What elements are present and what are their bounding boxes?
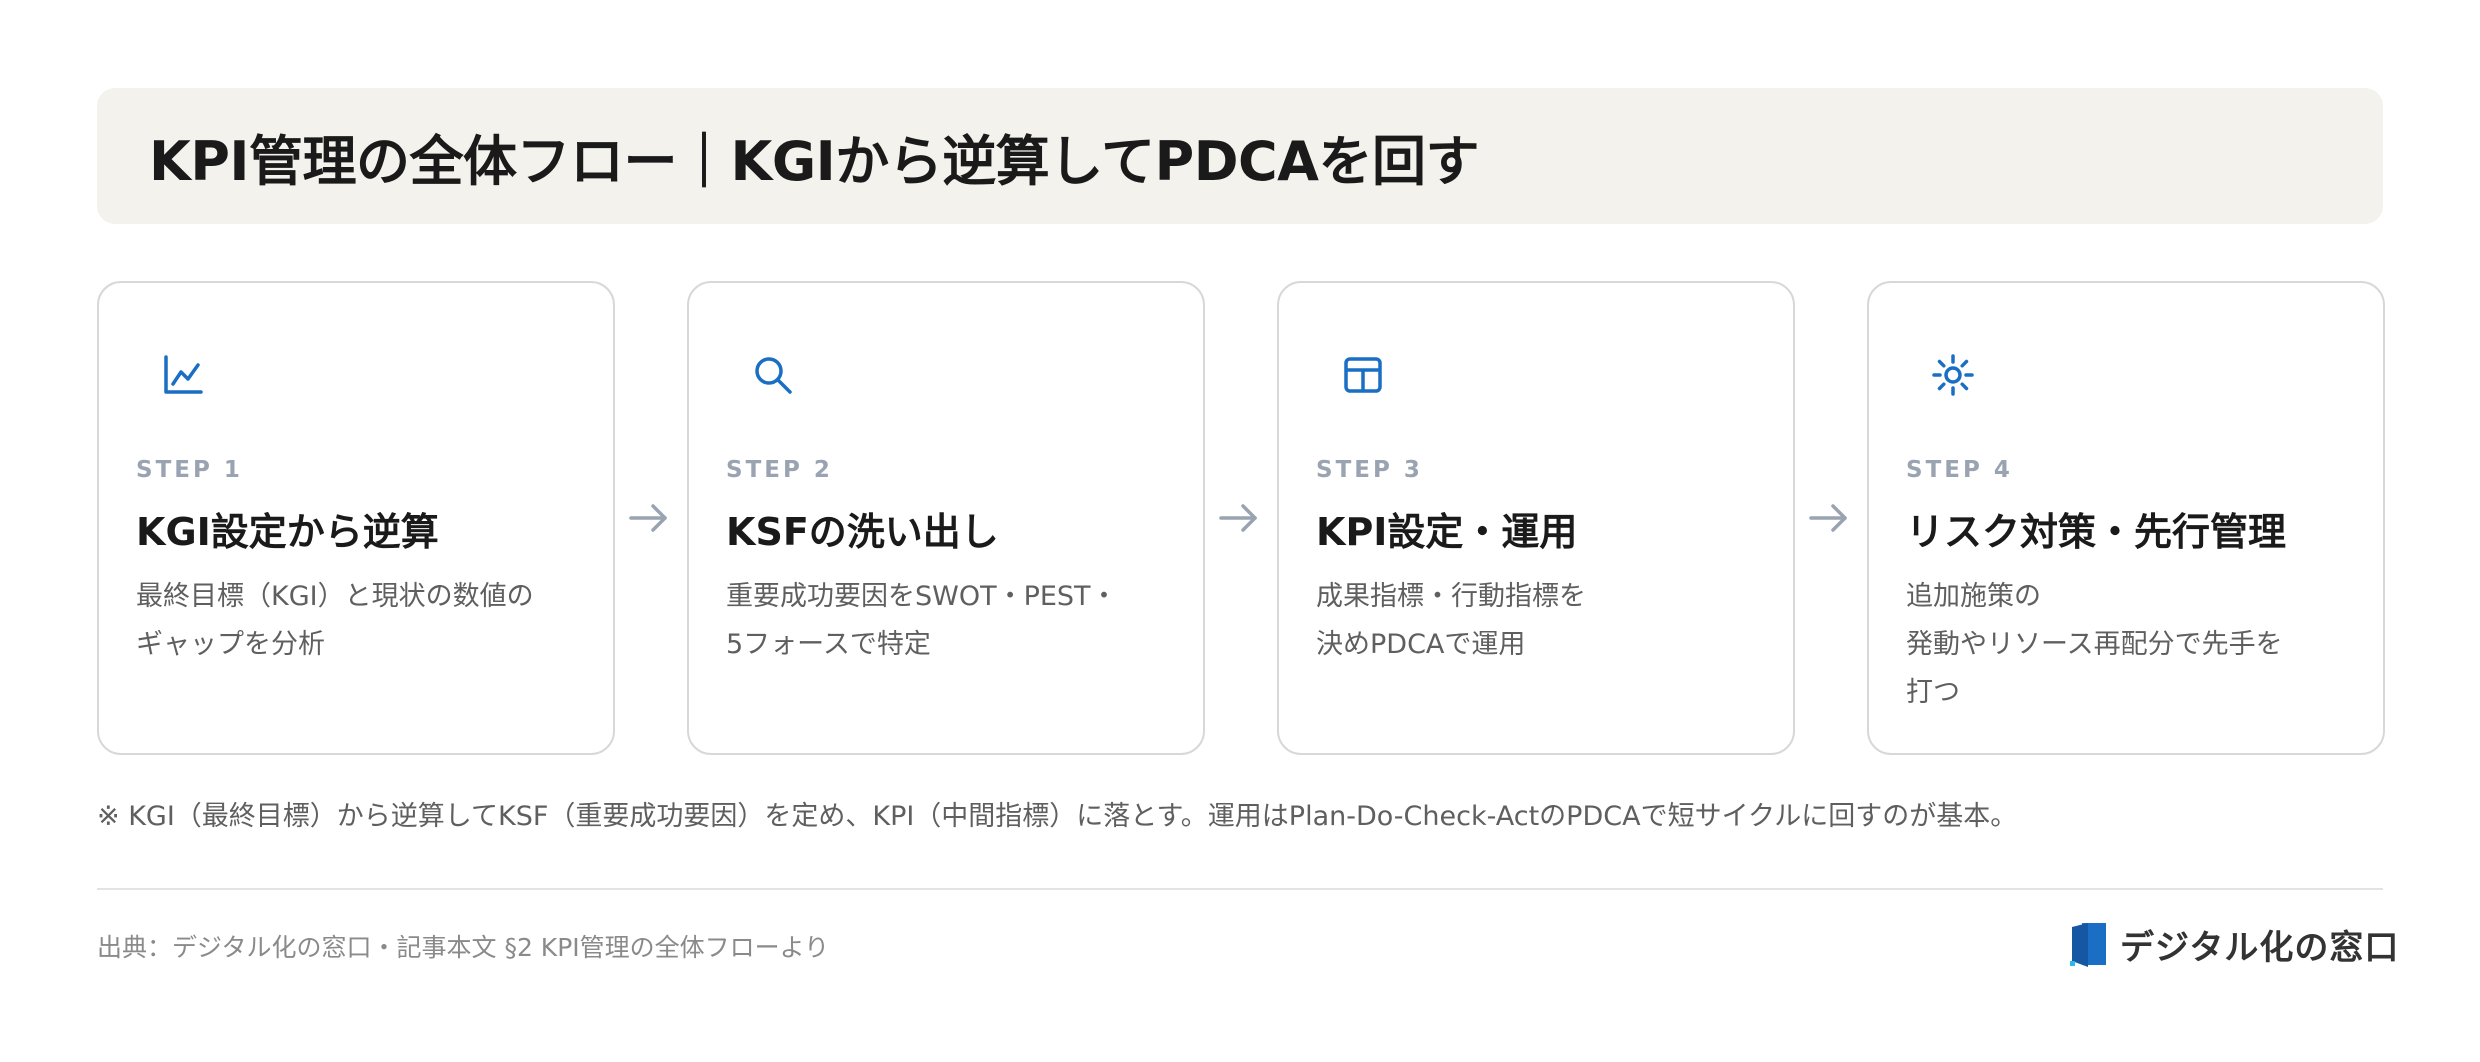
step-description: 最終目標（KGI）と現状の数値の ギャップを分析 bbox=[136, 573, 596, 669]
brand-name: デジタル化の窓口 bbox=[2120, 928, 2400, 968]
step-heading: KGI設定から逆算 bbox=[136, 510, 439, 554]
step-label: STEP 4 bbox=[1906, 457, 2013, 483]
step-description-line: 発動やリソース再配分で先手を bbox=[1906, 629, 2283, 660]
step-description-line: 重要成功要因をSWOT・PEST・ bbox=[726, 581, 1118, 612]
brand: デジタル化の窓口 bbox=[2068, 920, 2399, 969]
step-description: 追加施策の 発動やリソース再配分で先手を 打つ bbox=[1906, 573, 2366, 717]
step-heading: KSFの洗い出し bbox=[726, 510, 999, 554]
step-label: STEP 2 bbox=[726, 457, 833, 483]
step-label: STEP 1 bbox=[136, 457, 243, 483]
step-heading: KPI設定・運用 bbox=[1316, 510, 1578, 554]
step-card-4: STEP 4 リスク対策・先行管理 追加施策の 発動やリソース再配分で先手を 打… bbox=[1867, 281, 2385, 755]
step-description: 成果指標・行動指標を 決めPDCAで運用 bbox=[1316, 573, 1776, 669]
table-icon bbox=[1339, 351, 1387, 399]
arrow-right-icon bbox=[1217, 498, 1261, 538]
arrow-right-icon bbox=[1807, 498, 1851, 538]
step-description-line: 決めPDCAで運用 bbox=[1316, 629, 1526, 660]
step-description-line: 5フォースで特定 bbox=[726, 629, 931, 660]
source-citation: 出典：デジタル化の窓口・記事本文 §2 KPI管理の全体フローより bbox=[97, 933, 830, 962]
title-banner: KPI管理の全体フロー｜KGIから逆算してPDCAを回す bbox=[97, 88, 2383, 224]
step-card-1: STEP 1 KGI設定から逆算 最終目標（KGI）と現状の数値の ギャップを分… bbox=[97, 281, 615, 755]
search-icon bbox=[749, 351, 797, 399]
sun-icon bbox=[1929, 351, 1977, 399]
step-card-2: STEP 2 KSFの洗い出し 重要成功要因をSWOT・PEST・ 5フォースで… bbox=[687, 281, 1205, 755]
step-card-3: STEP 3 KPI設定・運用 成果指標・行動指標を 決めPDCAで運用 bbox=[1277, 281, 1795, 755]
step-description-line: 成果指標・行動指標を bbox=[1316, 581, 1586, 612]
footnote: ※ KGI（最終目標）から逆算してKSF（重要成功要因）を定め、KPI（中間指標… bbox=[97, 801, 2018, 832]
step-description: 重要成功要因をSWOT・PEST・ 5フォースで特定 bbox=[726, 573, 1186, 669]
step-heading: リスク対策・先行管理 bbox=[1906, 510, 2287, 554]
step-description-line: ギャップを分析 bbox=[136, 629, 325, 660]
step-label: STEP 3 bbox=[1316, 457, 1423, 483]
step-description-line: 打つ bbox=[1906, 677, 1960, 708]
page-title: KPI管理の全体フロー｜KGIから逆算してPDCAを回す bbox=[149, 129, 1479, 193]
divider bbox=[97, 888, 2383, 890]
step-description-line: 追加施策の bbox=[1906, 581, 2041, 612]
window-logo-icon bbox=[2068, 921, 2108, 969]
step-description-line: 最終目標（KGI）と現状の数値の bbox=[136, 581, 534, 612]
line-chart-icon bbox=[159, 351, 207, 399]
arrow-right-icon bbox=[627, 498, 671, 538]
